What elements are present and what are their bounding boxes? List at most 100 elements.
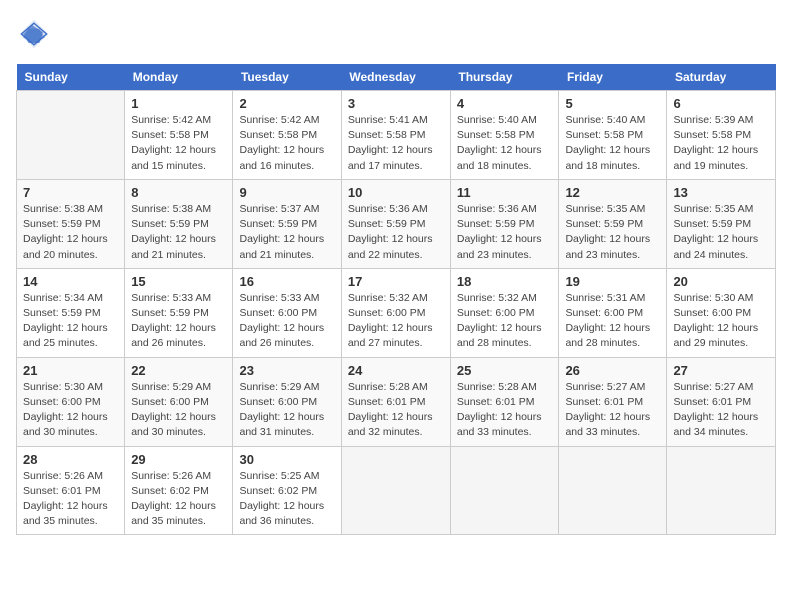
day-info: Sunrise: 5:26 AMSunset: 6:01 PMDaylight:…	[23, 469, 118, 530]
day-cell: 11 Sunrise: 5:36 AMSunset: 5:59 PMDayligh…	[450, 179, 559, 268]
day-number: 22	[131, 363, 226, 378]
day-cell: 3Sunrise: 5:41 AMSunset: 5:58 PMDaylight…	[341, 91, 450, 180]
header-cell-monday: Monday	[125, 64, 233, 91]
day-cell: 6 Sunrise: 5:39 AMSunset: 5:58 PMDaylight…	[667, 91, 776, 180]
day-info: Sunrise: 5:40 AMSunset: 5:58 PMDaylight:…	[565, 113, 660, 174]
header-cell-friday: Friday	[559, 64, 667, 91]
day-cell	[559, 446, 667, 535]
day-cell: 13 Sunrise: 5:35 AMSunset: 5:59 PMDayligh…	[667, 179, 776, 268]
day-cell: 27 Sunrise: 5:27 AMSunset: 6:01 PMDayligh…	[667, 357, 776, 446]
calendar-header: SundayMondayTuesdayWednesdayThursdayFrid…	[17, 64, 776, 91]
day-number: 9	[239, 185, 334, 200]
day-cell: 16 Sunrise: 5:33 AMSunset: 6:00 PMDayligh…	[233, 268, 341, 357]
day-info: Sunrise: 5:32 AMSunset: 6:00 PMDaylight:…	[348, 291, 444, 352]
day-cell: 19Sunrise: 5:31 AMSunset: 6:00 PMDayligh…	[559, 268, 667, 357]
day-number: 16	[239, 274, 334, 289]
day-info: Sunrise: 5:36 AMSunset: 5:59 PMDaylight:…	[457, 202, 553, 263]
page-header	[16, 16, 776, 52]
day-info: Sunrise: 5:35 AMSunset: 5:59 PMDaylight:…	[673, 202, 769, 263]
day-info: Sunrise: 5:42 AMSunset: 5:58 PMDaylight:…	[239, 113, 334, 174]
day-cell: 22 Sunrise: 5:29 AMSunset: 6:00 PMDayligh…	[125, 357, 233, 446]
day-info: Sunrise: 5:29 AMSunset: 6:00 PMDaylight:…	[131, 380, 226, 441]
day-number: 2	[239, 96, 334, 111]
day-number: 28	[23, 452, 118, 467]
day-number: 26	[565, 363, 660, 378]
day-cell: 20Sunrise: 5:30 AMSunset: 6:00 PMDayligh…	[667, 268, 776, 357]
day-info: Sunrise: 5:39 AMSunset: 5:58 PMDaylight:…	[673, 113, 769, 174]
day-info: Sunrise: 5:28 AMSunset: 6:01 PMDaylight:…	[348, 380, 444, 441]
day-cell: 23 Sunrise: 5:29 AMSunset: 6:00 PMDayligh…	[233, 357, 341, 446]
day-number: 21	[23, 363, 118, 378]
logo	[16, 16, 58, 52]
day-info: Sunrise: 5:30 AMSunset: 6:00 PMDaylight:…	[673, 291, 769, 352]
week-row-3: 14 Sunrise: 5:34 AMSunset: 5:59 PMDayligh…	[17, 268, 776, 357]
day-cell	[17, 91, 125, 180]
week-row-4: 21 Sunrise: 5:30 AMSunset: 6:00 PMDayligh…	[17, 357, 776, 446]
day-number: 18	[457, 274, 553, 289]
day-info: Sunrise: 5:27 AMSunset: 6:01 PMDaylight:…	[673, 380, 769, 441]
calendar-table: SundayMondayTuesdayWednesdayThursdayFrid…	[16, 64, 776, 535]
day-number: 3	[348, 96, 444, 111]
day-cell	[341, 446, 450, 535]
day-number: 1	[131, 96, 226, 111]
week-row-1: 1 Sunrise: 5:42 AMSunset: 5:58 PMDaylight…	[17, 91, 776, 180]
day-info: Sunrise: 5:40 AMSunset: 5:58 PMDaylight:…	[457, 113, 553, 174]
day-info: Sunrise: 5:32 AMSunset: 6:00 PMDaylight:…	[457, 291, 553, 352]
day-info: Sunrise: 5:26 AMSunset: 6:02 PMDaylight:…	[131, 469, 226, 530]
header-cell-tuesday: Tuesday	[233, 64, 341, 91]
week-row-2: 7 Sunrise: 5:38 AMSunset: 5:59 PMDaylight…	[17, 179, 776, 268]
day-cell	[450, 446, 559, 535]
day-number: 25	[457, 363, 553, 378]
day-cell: 21 Sunrise: 5:30 AMSunset: 6:00 PMDayligh…	[17, 357, 125, 446]
day-info: Sunrise: 5:38 AMSunset: 5:59 PMDaylight:…	[23, 202, 118, 263]
day-info: Sunrise: 5:42 AMSunset: 5:58 PMDaylight:…	[131, 113, 226, 174]
day-number: 12	[565, 185, 660, 200]
day-cell: 1 Sunrise: 5:42 AMSunset: 5:58 PMDaylight…	[125, 91, 233, 180]
day-number: 19	[565, 274, 660, 289]
day-cell: 2 Sunrise: 5:42 AMSunset: 5:58 PMDaylight…	[233, 91, 341, 180]
day-number: 14	[23, 274, 118, 289]
day-info: Sunrise: 5:30 AMSunset: 6:00 PMDaylight:…	[23, 380, 118, 441]
day-number: 13	[673, 185, 769, 200]
day-cell: 26 Sunrise: 5:27 AMSunset: 6:01 PMDayligh…	[559, 357, 667, 446]
week-row-5: 28 Sunrise: 5:26 AMSunset: 6:01 PMDayligh…	[17, 446, 776, 535]
day-info: Sunrise: 5:27 AMSunset: 6:01 PMDaylight:…	[565, 380, 660, 441]
header-row: SundayMondayTuesdayWednesdayThursdayFrid…	[17, 64, 776, 91]
day-cell: 24 Sunrise: 5:28 AMSunset: 6:01 PMDayligh…	[341, 357, 450, 446]
day-cell: 25Sunrise: 5:28 AMSunset: 6:01 PMDayligh…	[450, 357, 559, 446]
day-info: Sunrise: 5:38 AMSunset: 5:59 PMDaylight:…	[131, 202, 226, 263]
day-number: 7	[23, 185, 118, 200]
day-info: Sunrise: 5:25 AMSunset: 6:02 PMDaylight:…	[239, 469, 334, 530]
day-cell: 4 Sunrise: 5:40 AMSunset: 5:58 PMDaylight…	[450, 91, 559, 180]
day-number: 17	[348, 274, 444, 289]
header-cell-thursday: Thursday	[450, 64, 559, 91]
day-number: 4	[457, 96, 553, 111]
day-number: 5	[565, 96, 660, 111]
day-cell: 12 Sunrise: 5:35 AMSunset: 5:59 PMDayligh…	[559, 179, 667, 268]
day-cell: 15Sunrise: 5:33 AMSunset: 5:59 PMDayligh…	[125, 268, 233, 357]
day-number: 23	[239, 363, 334, 378]
day-number: 6	[673, 96, 769, 111]
day-number: 27	[673, 363, 769, 378]
day-info: Sunrise: 5:29 AMSunset: 6:00 PMDaylight:…	[239, 380, 334, 441]
day-number: 10	[348, 185, 444, 200]
day-number: 24	[348, 363, 444, 378]
header-cell-saturday: Saturday	[667, 64, 776, 91]
day-info: Sunrise: 5:37 AMSunset: 5:59 PMDaylight:…	[239, 202, 334, 263]
day-info: Sunrise: 5:36 AMSunset: 5:59 PMDaylight:…	[348, 202, 444, 263]
day-number: 29	[131, 452, 226, 467]
day-info: Sunrise: 5:35 AMSunset: 5:59 PMDaylight:…	[565, 202, 660, 263]
day-cell: 10 Sunrise: 5:36 AMSunset: 5:59 PMDayligh…	[341, 179, 450, 268]
day-cell: 18 Sunrise: 5:32 AMSunset: 6:00 PMDayligh…	[450, 268, 559, 357]
day-cell: 9 Sunrise: 5:37 AMSunset: 5:59 PMDaylight…	[233, 179, 341, 268]
day-info: Sunrise: 5:33 AMSunset: 6:00 PMDaylight:…	[239, 291, 334, 352]
header-cell-sunday: Sunday	[17, 64, 125, 91]
day-number: 30	[239, 452, 334, 467]
day-cell: 8 Sunrise: 5:38 AMSunset: 5:59 PMDaylight…	[125, 179, 233, 268]
day-cell: 30 Sunrise: 5:25 AMSunset: 6:02 PMDayligh…	[233, 446, 341, 535]
day-number: 8	[131, 185, 226, 200]
day-info: Sunrise: 5:33 AMSunset: 5:59 PMDaylight:…	[131, 291, 226, 352]
day-number: 11	[457, 185, 553, 200]
day-info: Sunrise: 5:34 AMSunset: 5:59 PMDaylight:…	[23, 291, 118, 352]
logo-icon	[16, 16, 52, 52]
